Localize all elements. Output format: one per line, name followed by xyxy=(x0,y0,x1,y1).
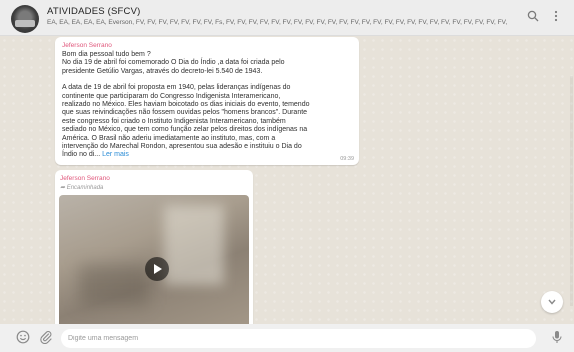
text-line: realizado no México. Eles haviam boicota… xyxy=(62,101,310,109)
composer-bar xyxy=(0,324,574,352)
truncated-line: Índio no di... xyxy=(62,151,101,159)
message-list[interactable]: Jeferson Serrano Bom dia pessoal tudo be… xyxy=(0,36,574,324)
text-line: sediado no México, que tem como função z… xyxy=(62,126,308,134)
message-sender[interactable]: Jeferson Serrano xyxy=(62,41,352,50)
video-thumbnail[interactable] xyxy=(59,195,249,324)
forwarded-text: Encaminhada xyxy=(66,185,104,191)
emoji-icon[interactable] xyxy=(15,330,31,346)
message-sender[interactable]: Jeferson Serrano xyxy=(60,174,248,183)
text-line: Índio no di... Ler mais xyxy=(62,151,352,159)
group-avatar[interactable] xyxy=(11,5,39,33)
attach-icon[interactable] xyxy=(38,330,54,346)
text-line: que suas reivindicações não fossem ouvid… xyxy=(62,109,308,117)
message-time: 09:39 xyxy=(340,156,354,162)
forward-arrow-icon: ➦ xyxy=(60,185,66,191)
play-icon[interactable] xyxy=(145,257,169,281)
forwarded-label: ➦ Encaminhada xyxy=(60,184,248,192)
text-line: América. O Brasil não aderiu imediatamen… xyxy=(62,134,276,142)
text-line: No dia 19 de abril foi comemorado O Dia … xyxy=(62,59,285,67)
text-line: este congresso foi criado o Instituto In… xyxy=(62,117,286,125)
text-line: A data de 19 de abril foi proposta em 19… xyxy=(62,84,291,92)
read-more-link[interactable]: Ler mais xyxy=(102,151,129,158)
mic-icon[interactable] xyxy=(549,330,565,346)
chat-header[interactable]: ATIVIDADES (SFCV) EA, EA, EA, EA, EA, Ev… xyxy=(0,0,574,36)
chevron-down-icon[interactable] xyxy=(541,291,563,313)
message-text: Bom dia pessoal tudo bem ? No dia 19 de … xyxy=(62,51,352,160)
scrollbar[interactable] xyxy=(570,76,573,306)
group-members: EA, EA, EA, EA, EA, Everson, FV, FV, FV,… xyxy=(47,19,507,26)
text-line: continente que participaram do Congresso… xyxy=(62,92,281,100)
more-vertical-icon[interactable] xyxy=(547,9,565,27)
message-bubble-video[interactable]: Jeferson Serrano ➦ Encaminhada xyxy=(55,170,253,324)
search-icon[interactable] xyxy=(524,9,542,27)
text-line: presidente Getúlio Vargas, através do de… xyxy=(62,67,263,75)
message-input[interactable] xyxy=(61,329,536,348)
message-bubble[interactable]: Jeferson Serrano Bom dia pessoal tudo be… xyxy=(55,37,359,165)
group-name[interactable]: ATIVIDADES (SFCV) xyxy=(47,6,140,17)
